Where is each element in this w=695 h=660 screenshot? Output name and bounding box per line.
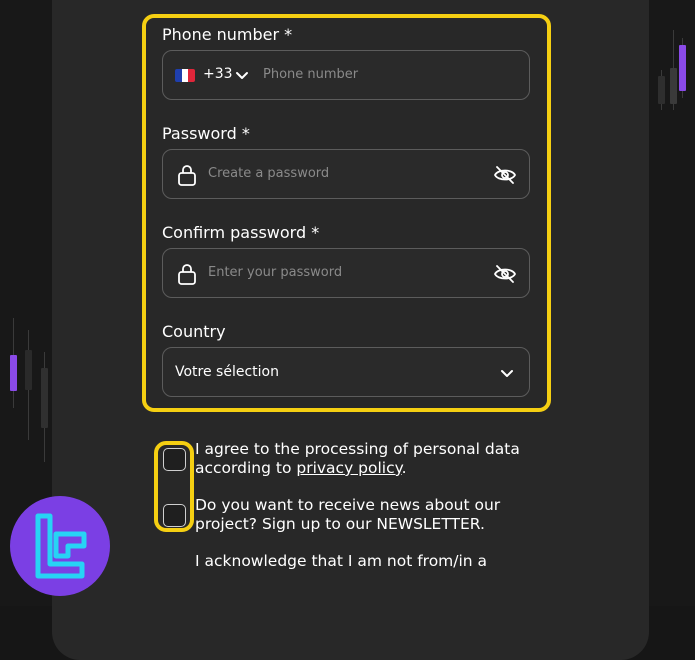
phone-label: Phone number * xyxy=(162,25,293,44)
eye-off-icon[interactable] xyxy=(493,163,517,187)
chevron-down-icon[interactable] xyxy=(499,365,515,381)
password-input[interactable]: Create a password xyxy=(208,166,329,181)
confirm-password-input[interactable]: Enter your password xyxy=(208,265,342,280)
password-label: Password * xyxy=(162,124,250,143)
country-select-value[interactable]: Votre sélection xyxy=(175,364,279,380)
privacy-consent-suffix: . xyxy=(401,459,407,477)
newsletter-checkbox[interactable] xyxy=(163,504,186,527)
eye-off-icon[interactable] xyxy=(493,262,517,286)
lock-icon xyxy=(178,165,196,186)
lock-icon xyxy=(178,264,196,285)
logo-mark-icon xyxy=(35,513,87,579)
brand-logo xyxy=(10,496,110,596)
privacy-checkbox[interactable] xyxy=(163,448,186,471)
country-select[interactable]: Votre sélection xyxy=(162,347,530,397)
country-label: Country xyxy=(162,322,226,341)
privacy-consent-text: I agree to the processing of personal da… xyxy=(195,440,535,478)
newsletter-consent-text: Do you want to receive news about our pr… xyxy=(195,496,501,533)
phone-field[interactable]: +33 Phone number xyxy=(162,50,530,100)
acknowledge-text: I acknowledge that I am not from/in a xyxy=(195,552,488,570)
password-field[interactable]: Create a password xyxy=(162,149,530,199)
confirm-password-field[interactable]: Enter your password xyxy=(162,248,530,298)
chevron-down-icon[interactable] xyxy=(234,67,250,83)
background-chart-right xyxy=(649,0,695,606)
confirm-password-label: Confirm password * xyxy=(162,223,320,242)
dial-code[interactable]: +33 xyxy=(203,66,233,82)
france-flag-icon[interactable] xyxy=(175,69,195,82)
privacy-policy-link[interactable]: privacy policy xyxy=(296,459,401,477)
phone-input[interactable]: Phone number xyxy=(263,67,358,82)
